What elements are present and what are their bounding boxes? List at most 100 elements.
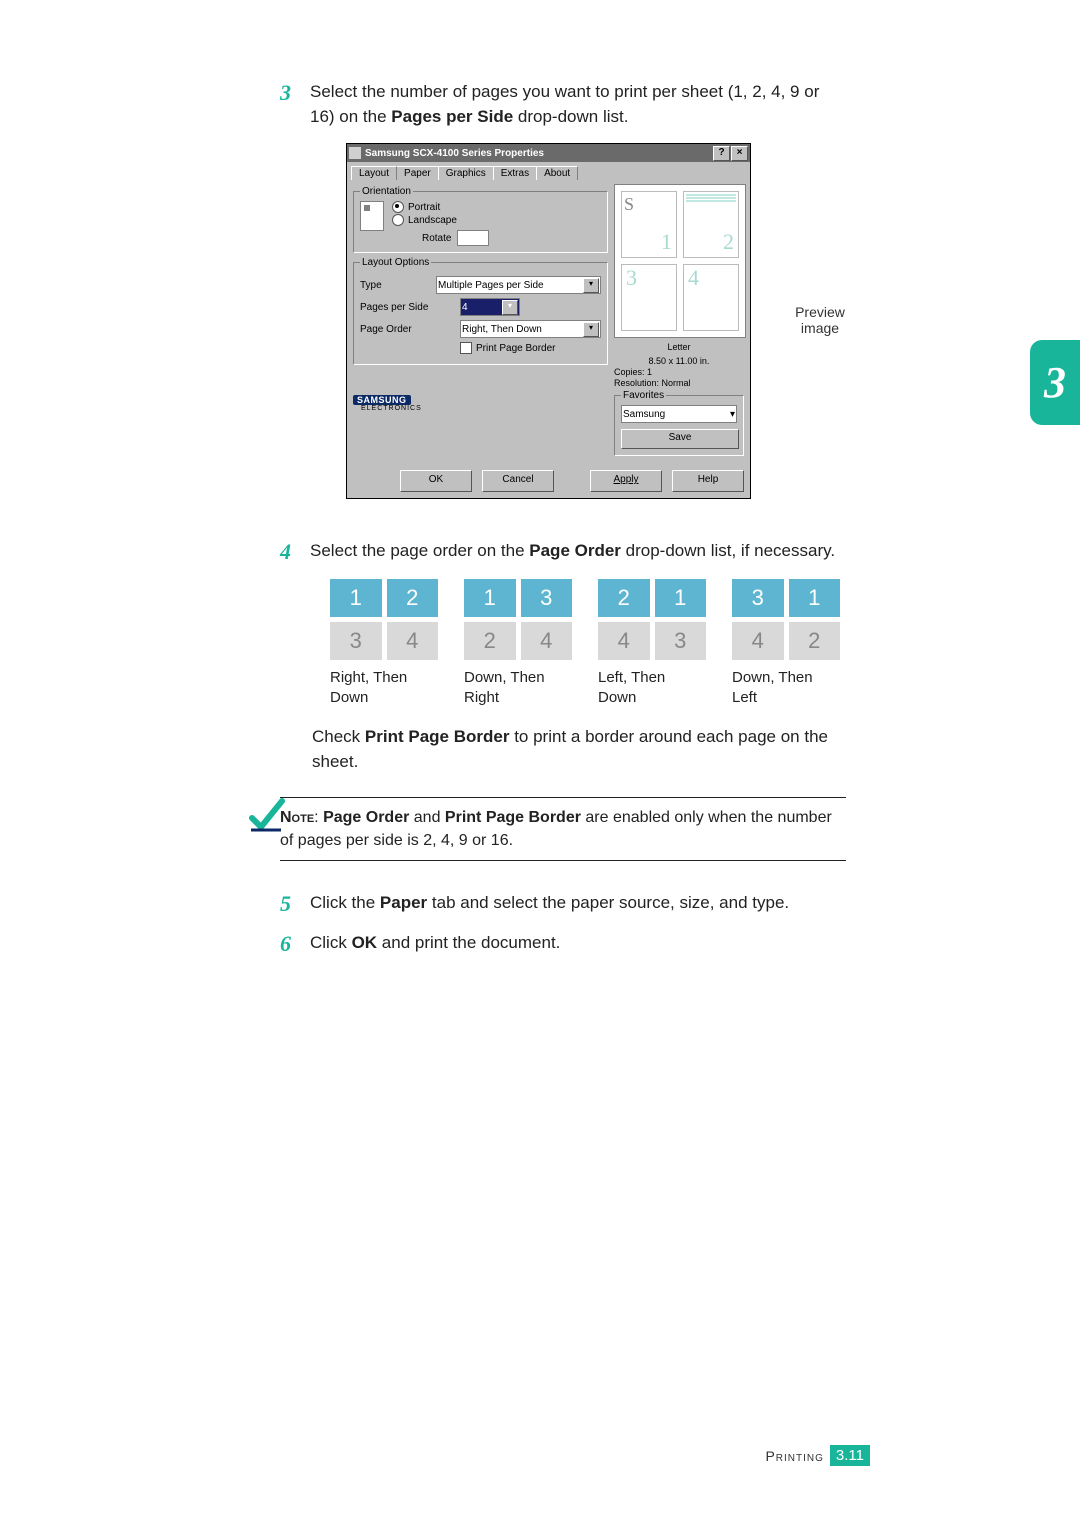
close-button[interactable]: × — [731, 146, 748, 161]
ok-button[interactable]: OK — [400, 470, 472, 492]
print-border-label: Print Page Border — [476, 343, 556, 354]
tab-layout[interactable]: Layout — [351, 166, 397, 180]
step-text: Select the page order on the Page Order … — [310, 539, 840, 565]
favorites-legend: Favorites — [621, 390, 666, 401]
properties-dialog: Samsung SCX-4100 Series Properties ? × L… — [346, 143, 751, 499]
preview-number: 2 — [723, 229, 734, 255]
cancel-button[interactable]: Cancel — [482, 470, 554, 492]
step-5: 5 Click the Paper tab and select the pap… — [280, 891, 840, 917]
rotate-spinner[interactable] — [457, 230, 489, 246]
cell: 2 — [387, 579, 439, 617]
cell: 2 — [464, 622, 516, 660]
select-value: Multiple Pages per Side — [438, 280, 544, 291]
radio-dot-icon — [392, 201, 404, 213]
orientation-group: Orientation Portrait Landscape Rotate — [353, 186, 608, 253]
tab-paper[interactable]: Paper — [396, 166, 439, 180]
step-number: 6 — [280, 931, 310, 957]
cell: 4 — [598, 622, 650, 660]
bold: Page Order — [529, 541, 621, 560]
dialog-button-row: OK Cancel Apply Help — [347, 466, 750, 498]
apply-label: Apply — [613, 474, 638, 485]
landscape-radio[interactable]: Landscape — [392, 214, 489, 226]
cell: 1 — [789, 579, 841, 617]
bold: Pages per Side — [391, 107, 513, 126]
preview-callout: Preview image — [785, 304, 855, 336]
preview-paper-size: 8.50 x 11.00 in. — [614, 356, 744, 366]
help-titlebar-button[interactable]: ? — [713, 146, 730, 161]
bold: Print Page Border — [365, 727, 510, 746]
page-number: 3.11 — [830, 1445, 870, 1466]
chapter-side-tab: 3 — [1030, 340, 1080, 425]
step-text: Select the number of pages you want to p… — [310, 80, 840, 129]
favorites-group: Favorites Samsung ▾ Save — [614, 390, 744, 456]
layout-options-group: Layout Options Type Multiple Pages per S… — [353, 257, 608, 365]
step-text: Click OK and print the document. — [310, 931, 840, 957]
orientation-icon — [360, 201, 384, 231]
brand-sub: ELECTRONICS — [361, 405, 608, 412]
print-border-checkbox[interactable] — [460, 342, 472, 354]
cell: 1 — [655, 579, 707, 617]
chevron-down-icon: ▾ — [502, 300, 518, 315]
order-label: Right, Then Down — [330, 668, 438, 707]
step-text: Click the Paper tab and select the paper… — [310, 891, 840, 917]
brand-text: SAMSUNG — [353, 395, 411, 405]
dialog-title: Samsung SCX-4100 Series Properties — [365, 148, 544, 159]
text: Select the page order on the — [310, 541, 529, 560]
select-value: Right, Then Down — [462, 324, 542, 335]
pages-per-side-label: Pages per Side — [360, 302, 436, 313]
bold: Page Order — [323, 809, 409, 826]
chevron-down-icon: ▾ — [730, 409, 735, 420]
preview-number: 1 — [661, 229, 672, 255]
preview-number: 4 — [688, 265, 699, 291]
page-footer: Printing 3.11 — [765, 1445, 870, 1466]
portrait-radio[interactable]: Portrait — [392, 201, 489, 213]
tab-graphics[interactable]: Graphics — [438, 166, 494, 180]
bold: OK — [352, 933, 378, 952]
favorites-select[interactable]: Samsung ▾ — [621, 405, 737, 423]
bold: Print Page Border — [445, 809, 581, 826]
text: Click — [310, 933, 352, 952]
rotate-label: Rotate — [422, 233, 451, 244]
save-button[interactable]: Save — [621, 429, 739, 449]
note-prefix: Note — [280, 809, 314, 826]
step-number: 5 — [280, 891, 310, 917]
pages-per-side-select[interactable]: 4▾ — [460, 298, 520, 316]
bold: Paper — [380, 893, 427, 912]
cell: 3 — [655, 622, 707, 660]
text: and print the document. — [377, 933, 560, 952]
text: and — [409, 809, 445, 826]
help-button[interactable]: Help — [672, 470, 744, 492]
type-select[interactable]: Multiple Pages per Side▾ — [436, 276, 601, 294]
radio-dot-icon — [392, 214, 404, 226]
order-label: Down, Then Right — [464, 668, 572, 707]
tab-about[interactable]: About — [536, 166, 578, 180]
cell: 1 — [330, 579, 382, 617]
text: tab and select the paper source, size, a… — [427, 893, 789, 912]
select-value: Samsung — [623, 409, 665, 420]
page-order-select[interactable]: Right, Then Down ▾ — [460, 320, 601, 338]
order-right-down: 1 2 3 4 Right, Then Down — [330, 579, 438, 707]
tab-extras[interactable]: Extras — [493, 166, 537, 180]
dialog-titlebar: Samsung SCX-4100 Series Properties ? × — [347, 144, 750, 162]
chevron-down-icon: ▾ — [583, 322, 599, 337]
printer-icon — [349, 147, 361, 159]
print-border-paragraph: Check Print Page Border to print a borde… — [312, 725, 840, 774]
cell: 2 — [789, 622, 841, 660]
dialog-tabs: Layout Paper Graphics Extras About — [347, 162, 750, 180]
page-order-label: Page Order — [360, 324, 436, 335]
order-label: Down, Then Left — [732, 668, 840, 707]
text: drop-down list, if necessary. — [621, 541, 835, 560]
apply-button[interactable]: Apply — [590, 470, 662, 492]
radio-label: Portrait — [408, 202, 440, 213]
orientation-legend: Orientation — [360, 186, 413, 197]
order-label: Left, Then Down — [598, 668, 706, 707]
cell: 3 — [732, 579, 784, 617]
select-value: 4 — [462, 302, 468, 313]
step-3: 3 Select the number of pages you want to… — [280, 80, 840, 129]
preview-s-char: S — [624, 194, 674, 215]
step-6: 6 Click OK and print the document. — [280, 931, 840, 957]
order-left-down: 2 1 4 3 Left, Then Down — [598, 579, 706, 707]
preview-copies: Copies: 1 — [614, 367, 744, 377]
type-label: Type — [360, 280, 436, 291]
cell: 4 — [521, 622, 573, 660]
